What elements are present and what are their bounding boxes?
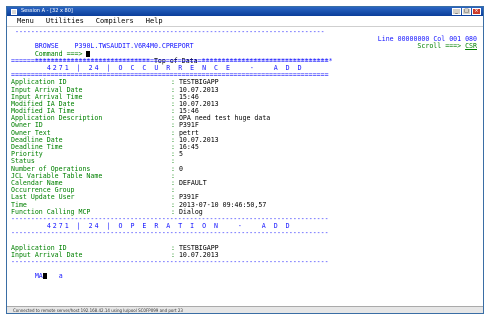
- occurrence-field-row: Owner ID: P391F: [11, 121, 199, 130]
- window-controls: _ □ ×: [452, 8, 481, 15]
- occurrence-field-value: DEFAULT: [178, 178, 207, 187]
- occurrence-field-row: Input Arrival Time: 15:46: [11, 92, 199, 101]
- operation-fields: Application ID: TESTBIGAPP Input Arrival …: [11, 244, 479, 259]
- close-button[interactable]: ×: [472, 8, 481, 15]
- occurrence-field-row: Occurrence Group:: [11, 186, 179, 195]
- terminal-screen[interactable]: ----------------------------------------…: [11, 29, 479, 305]
- menu-item-compilers[interactable]: Compilers: [96, 16, 134, 26]
- occurrence-field-row: Modified IA Date: 10.07.2013: [11, 99, 219, 108]
- occurrence-field-value: 5: [178, 150, 183, 159]
- menu-item-utilities[interactable]: Utilities: [46, 16, 84, 26]
- occurrence-field-row: Owner Text: petrt: [11, 128, 199, 137]
- minimize-button[interactable]: _: [452, 8, 461, 15]
- menu-bar: Menu Utilities Compilers Help: [7, 16, 483, 27]
- occurrence-field-label: Last Update User: [11, 193, 75, 202]
- menu-item-help[interactable]: Help: [146, 16, 163, 26]
- occurrence-field-row: Application Description: OPA need test h…: [11, 114, 271, 123]
- occurrence-field-row: Deadline Time: 16:45: [11, 143, 199, 151]
- menu-item-menu[interactable]: Menu: [17, 16, 34, 26]
- oia-char: a: [58, 272, 63, 281]
- app-icon: [11, 8, 17, 15]
- occurrence-fields: Application ID: TESTBIGAPP Input Arrival …: [11, 79, 479, 216]
- occurrence-field-label: Priority: [11, 150, 43, 159]
- window-title: Session A - [32 x 80]: [21, 8, 73, 14]
- scroll-value[interactable]: CSR: [465, 42, 477, 50]
- scroll-label: Scroll ===>: [417, 42, 462, 51]
- status-bar: Connected to remote server/host 192.168.…: [7, 306, 483, 313]
- terminal-window: Session A - [32 x 80] _ □ × Menu Utiliti…: [6, 6, 484, 314]
- occurrence-field-row: Priority: 5: [11, 150, 183, 159]
- occurrence-field-row: Calendar Name: DEFAULT: [11, 178, 207, 187]
- occurrence-field-value: 0: [178, 164, 183, 173]
- maximize-button[interactable]: □: [462, 8, 471, 15]
- title-bar: Session A - [32 x 80] _ □ ×: [7, 7, 483, 16]
- occurrence-field-row: Deadline Date: 10.07.2013: [11, 135, 219, 144]
- occurrence-field-row: JCL Variable Table Name:: [11, 171, 179, 180]
- oia-left: MA: [34, 272, 43, 281]
